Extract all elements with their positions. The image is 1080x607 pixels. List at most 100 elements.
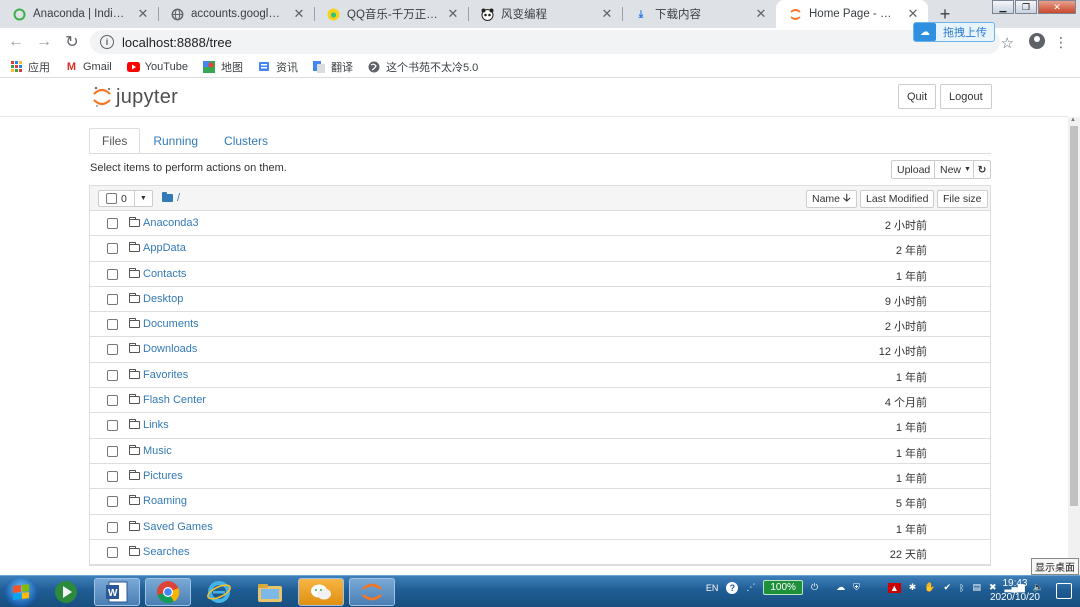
- tab-google-accounts[interactable]: accounts.google.com ✕: [158, 0, 314, 28]
- list-item[interactable]: Flash Center 4 个月前: [90, 388, 990, 414]
- row-checkbox[interactable]: [107, 496, 118, 508]
- item-name-link[interactable]: Music: [143, 445, 172, 457]
- minimize-button[interactable]: ▁: [992, 0, 1014, 14]
- start-button[interactable]: [4, 576, 38, 607]
- scroll-up-arrow[interactable]: ▲: [1070, 117, 1076, 123]
- reload-icon[interactable]: ↻: [60, 32, 84, 52]
- list-item[interactable]: Downloads 12 小时前: [90, 337, 990, 363]
- tab-jupyter-home[interactable]: Home Page - Select or ✕: [776, 0, 928, 28]
- ie-icon[interactable]: [196, 578, 242, 606]
- list-item[interactable]: Roaming 5 年前: [90, 489, 990, 515]
- list-item[interactable]: Links 1 年前: [90, 413, 990, 439]
- bookmark-maps[interactable]: 地图: [203, 59, 243, 75]
- item-name-link[interactable]: Pictures: [143, 470, 183, 482]
- row-checkbox[interactable]: [107, 420, 118, 432]
- acrobat-icon[interactable]: ▲: [887, 582, 901, 593]
- quit-button[interactable]: Quit: [898, 84, 937, 109]
- plug-icon[interactable]: ⏻: [811, 582, 818, 593]
- item-name-link[interactable]: Downloads: [143, 343, 197, 355]
- baidu-upload-widget[interactable]: ☁ 拖拽上传: [913, 22, 995, 42]
- media-player-icon[interactable]: [43, 578, 89, 606]
- new-button[interactable]: New ▼: [934, 160, 977, 179]
- logout-button[interactable]: Logout: [940, 84, 992, 109]
- sort-file-size-button[interactable]: File size: [937, 190, 988, 208]
- back-icon[interactable]: ←: [4, 33, 28, 51]
- tab-fengbian[interactable]: 风变编程 ✕: [468, 0, 622, 28]
- list-item[interactable]: Searches 22 天前: [90, 540, 990, 566]
- security-check-icon[interactable]: ✔: [944, 582, 952, 593]
- hand-icon[interactable]: ✋: [924, 582, 935, 593]
- jupyter-logo[interactable]: jupyter: [92, 85, 178, 109]
- row-checkbox[interactable]: [107, 293, 118, 305]
- window-close-button[interactable]: ✕: [1038, 0, 1076, 14]
- close-icon[interactable]: ✕: [292, 6, 306, 22]
- list-item[interactable]: Pictures 1 年前: [90, 464, 990, 490]
- tab-files[interactable]: Files: [89, 128, 141, 154]
- wechat-icon[interactable]: [298, 577, 344, 606]
- close-icon[interactable]: ✕: [136, 6, 150, 22]
- item-name-link[interactable]: Contacts: [143, 268, 186, 280]
- network-icon[interactable]: ▤: [972, 582, 981, 593]
- row-checkbox[interactable]: [107, 319, 118, 331]
- close-icon[interactable]: ✕: [600, 6, 614, 22]
- antivirus-icon[interactable]: ✱: [909, 582, 917, 593]
- sort-last-modified-button[interactable]: Last Modified: [860, 190, 935, 208]
- menu-icon[interactable]: ⋮: [1054, 34, 1068, 51]
- item-name-link[interactable]: Documents: [143, 318, 199, 330]
- maximize-button[interactable]: ❐: [1015, 0, 1037, 14]
- item-name-link[interactable]: Flash Center: [143, 394, 206, 406]
- word-icon[interactable]: W: [94, 577, 140, 606]
- breadcrumb[interactable]: /: [162, 192, 180, 204]
- caret-down-icon[interactable]: ▼: [133, 191, 152, 206]
- select-all-control[interactable]: 0 ▼: [98, 190, 153, 207]
- row-checkbox[interactable]: [107, 546, 118, 558]
- list-item[interactable]: AppData 2 年前: [90, 236, 990, 262]
- row-checkbox[interactable]: [107, 218, 118, 229]
- chrome-icon[interactable]: [145, 577, 191, 606]
- jupyter-icon[interactable]: [349, 577, 395, 606]
- scrollbar-thumb[interactable]: [1070, 126, 1078, 506]
- close-icon[interactable]: ✕: [754, 6, 768, 22]
- system-clock[interactable]: 19:43 2020/10/20: [990, 577, 1040, 605]
- refresh-button[interactable]: ↻: [973, 160, 991, 179]
- sort-name-button[interactable]: Name 🡣: [806, 190, 857, 208]
- upload-button[interactable]: Upload: [891, 160, 937, 179]
- bluetooth-icon[interactable]: ᛒ: [959, 583, 964, 593]
- bookmark-shuyuan[interactable]: 这个书苑不太冷5.0: [368, 59, 478, 75]
- list-item[interactable]: Desktop 9 小时前: [90, 287, 990, 313]
- row-checkbox[interactable]: [107, 243, 118, 255]
- bookmark-star-icon[interactable]: ☆: [1001, 34, 1014, 52]
- row-checkbox[interactable]: [107, 344, 118, 356]
- bookmark-translate[interactable]: 翻译: [313, 59, 353, 75]
- tab-anaconda[interactable]: Anaconda | Individual ✕: [0, 0, 158, 28]
- bookmark-apps[interactable]: 应用: [10, 59, 50, 75]
- info-icon[interactable]: i: [100, 35, 114, 49]
- list-item[interactable]: Music 1 年前: [90, 439, 990, 464]
- list-item[interactable]: Anaconda3 2 小时前: [90, 211, 990, 237]
- shield-icon[interactable]: ⛨: [853, 582, 860, 593]
- item-name-link[interactable]: AppData: [143, 242, 186, 254]
- select-all-checkbox[interactable]: [106, 193, 117, 204]
- item-name-link[interactable]: Saved Games: [143, 521, 213, 533]
- list-item[interactable]: Saved Games 1 年前: [90, 515, 990, 540]
- account-icon[interactable]: [1029, 33, 1045, 49]
- input-method-icon[interactable]: ⋰: [746, 582, 755, 593]
- row-checkbox[interactable]: [107, 445, 118, 457]
- item-name-link[interactable]: Favorites: [143, 369, 188, 381]
- close-icon[interactable]: ✕: [446, 6, 460, 22]
- tab-qq-music[interactable]: QQ音乐-千万正版音乐海 ✕: [314, 0, 468, 28]
- list-item[interactable]: Favorites 1 年前: [90, 363, 990, 389]
- address-bar[interactable]: i localhost:8888/tree: [90, 30, 1000, 54]
- notification-icon[interactable]: [1056, 583, 1072, 599]
- item-name-link[interactable]: Anaconda3: [143, 217, 199, 229]
- item-name-link[interactable]: Links: [143, 419, 169, 431]
- row-checkbox[interactable]: [107, 521, 118, 533]
- language-indicator[interactable]: EN: [706, 583, 719, 593]
- row-checkbox[interactable]: [107, 268, 118, 280]
- baidu-netdisk-icon[interactable]: ☁: [836, 582, 845, 593]
- list-item[interactable]: Documents 2 小时前: [90, 312, 990, 338]
- help-icon[interactable]: ?: [726, 581, 739, 594]
- explorer-icon[interactable]: [247, 578, 293, 606]
- bookmark-news[interactable]: 资讯: [258, 59, 298, 75]
- item-name-link[interactable]: Searches: [143, 546, 189, 558]
